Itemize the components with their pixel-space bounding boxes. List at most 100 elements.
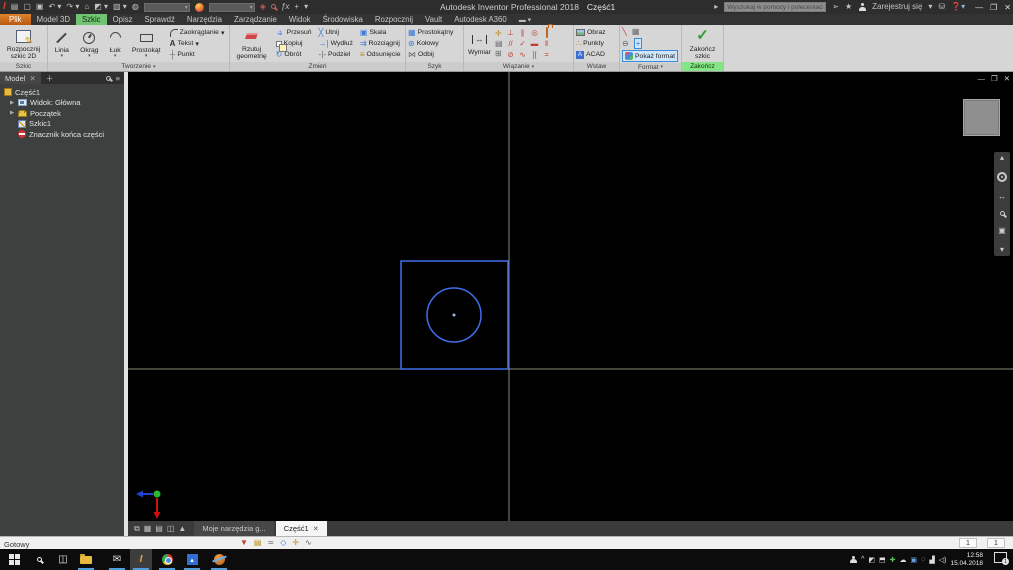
circle-center-point[interactable]	[452, 313, 456, 317]
constraint-settings-icon[interactable]: ▤	[495, 39, 503, 48]
scale-button[interactable]: ▣ Skala	[360, 27, 401, 38]
search-commands-icon[interactable]	[270, 2, 276, 12]
redo-icon[interactable]: ↷ ▾	[66, 2, 79, 12]
tab-sprawdz[interactable]: Sprawdź	[139, 14, 181, 25]
panel-label-format[interactable]: Format ▾	[620, 63, 681, 71]
extend-button[interactable]: →| Wydłuż	[319, 38, 353, 49]
doc-tab-my-tools[interactable]: Moje narzędzia g...	[194, 521, 274, 536]
split-button[interactable]: -|- Podziel	[319, 49, 353, 60]
doc-tab-part1[interactable]: Część1 ✕	[275, 521, 327, 536]
constraint-vertical-icon[interactable]: ‖	[545, 39, 548, 48]
add-qat-icon[interactable]: +	[294, 2, 299, 12]
doc-close-button[interactable]: ✕	[1004, 74, 1010, 83]
status-filter-icon[interactable]: ▼	[240, 538, 248, 547]
tile-vertical-icon[interactable]: ◫	[167, 524, 175, 533]
open-icon[interactable]: ▢	[23, 2, 31, 12]
minimize-button[interactable]: —	[975, 3, 983, 12]
help-icon[interactable]: ❓▾	[951, 2, 965, 12]
tree-item-view-main[interactable]: ▶ Widok: Główna	[0, 98, 124, 109]
sign-in-chevron-icon[interactable]: ▾	[928, 2, 932, 12]
taskbar-search-icon[interactable]	[28, 549, 50, 570]
photos-icon[interactable]: ▴	[181, 549, 203, 570]
tab-szkic[interactable]: Szkic	[75, 14, 107, 25]
status-plane-icon[interactable]: ◇	[280, 538, 286, 547]
show-constraints-icon[interactable]: ⊞	[495, 49, 503, 58]
point-button[interactable]: ┼ Punkt	[170, 49, 225, 60]
globe-icon[interactable]: ◍	[132, 2, 139, 12]
trim-button[interactable]: ╳ Utnij	[319, 27, 353, 38]
chrome-icon[interactable]	[156, 549, 178, 570]
constraint-tangent-icon[interactable]: ⊘	[507, 50, 513, 59]
project-geometry-button[interactable]: Rzutuj geometrię	[234, 28, 268, 60]
browser-tab-model[interactable]: Model ✕	[0, 72, 41, 84]
move-button[interactable]: ↔ ↕ Przesuń	[276, 27, 311, 38]
browser-menu-icon[interactable]: ≡	[116, 74, 120, 83]
tray-icon-3[interactable]: ✚	[890, 556, 896, 564]
tray-icon-1[interactable]: ◩	[868, 556, 875, 564]
auto-dimension-icon[interactable]: ✛	[495, 29, 503, 38]
sign-in-button[interactable]: Zarejestruj się	[872, 2, 922, 12]
save-icon[interactable]: ▣	[36, 2, 44, 12]
appearance-select[interactable]: ▾	[208, 2, 255, 12]
tray-chevron-up-icon[interactable]: ^	[861, 556, 864, 563]
viewcube[interactable]	[963, 99, 1000, 136]
panel-label-tworzenie[interactable]: Tworzenie ▾	[48, 62, 229, 71]
circle-button[interactable]: Okrąg ▾	[78, 29, 101, 59]
image-icon[interactable]: ▨ ▾	[113, 2, 127, 12]
tree-item-part[interactable]: Część1	[0, 87, 124, 98]
tab-vault[interactable]: Vault	[419, 14, 448, 25]
doc-minimize-button[interactable]: —	[977, 74, 985, 83]
finish-sketch-button[interactable]: ✓ Zakończ szkic	[688, 28, 718, 60]
status-measure-icon[interactable]: ≃	[267, 538, 274, 547]
dimension-button[interactable]: ↔ Wymiar	[466, 31, 493, 56]
close-button[interactable]: ✕	[1004, 3, 1011, 12]
constraint-equal-icon[interactable]: =	[544, 50, 548, 59]
home-icon[interactable]: ⌂	[84, 2, 89, 12]
collapse-tabs-icon[interactable]: ▲	[178, 524, 186, 533]
browser-tab-close-icon[interactable]: ✕	[29, 74, 35, 83]
cascade-windows-icon[interactable]: ⧉	[134, 524, 140, 534]
action-center-icon[interactable]: 1	[994, 552, 1009, 565]
doc-tab-close-icon[interactable]: ✕	[313, 525, 319, 533]
status-point-icon[interactable]: ✛	[292, 538, 299, 547]
rectangle-button[interactable]: Prostokąt ▾	[130, 29, 163, 59]
restore-button[interactable]: ❐	[990, 3, 997, 12]
image-insert-button[interactable]: Obraz	[576, 27, 606, 38]
stretch-button[interactable]: ⇉ Rozciągnij	[360, 38, 401, 49]
tab-autodesk-a360[interactable]: Autodesk A360	[448, 14, 512, 25]
ribbon-display-icon[interactable]: ▬ ▾	[519, 14, 531, 25]
browser-search-icon[interactable]	[105, 75, 111, 81]
onedrive-cloud-icon[interactable]: ☁	[900, 556, 907, 564]
taskbar-clock[interactable]: 12:58 15.04.2018	[950, 552, 983, 567]
steering-wheel-icon[interactable]	[997, 172, 1007, 183]
browser-add-tab-button[interactable]: ＋	[41, 73, 59, 84]
color-override-icon[interactable]: ◈	[260, 2, 266, 12]
text-button[interactable]: A Tekst ▾	[170, 38, 225, 49]
chevron-left-icon[interactable]: ▸	[714, 2, 718, 12]
inventor-taskbar-icon[interactable]: I	[130, 549, 152, 570]
tab-plik[interactable]: Plik	[0, 14, 31, 25]
network-icon[interactable]: ▟	[929, 556, 934, 564]
zoom-icon[interactable]	[999, 211, 1005, 217]
acad-button[interactable]: A ACAD	[576, 49, 606, 60]
driven-dimension-icon[interactable]: ▦	[632, 27, 640, 36]
constraint-lock-icon[interactable]	[545, 27, 548, 38]
tab-zarzadzanie[interactable]: Zarządzanie	[228, 14, 283, 25]
doc-restore-button[interactable]: ❐	[991, 74, 998, 83]
points-button[interactable]: ∴ Punkty	[576, 38, 606, 49]
constraint-parallel-icon[interactable]: ∥	[521, 28, 525, 37]
line-button[interactable]: Linia ▾	[53, 29, 71, 59]
star-icon[interactable]: ★	[845, 2, 852, 12]
tab-widok[interactable]: Widok	[283, 14, 317, 25]
pan-icon[interactable]: ↔	[998, 192, 1006, 202]
constraint-perpendicular-icon[interactable]: ⊥	[507, 28, 514, 37]
arc-button[interactable]: Łuk ▾	[107, 29, 123, 59]
status-spline-icon[interactable]: ∿	[305, 538, 312, 547]
offset-button[interactable]: ≡ Odsunięcie	[360, 49, 401, 60]
material-select[interactable]: ▾	[143, 2, 190, 12]
tray-icon-4[interactable]: ▣	[911, 556, 918, 564]
construction-line-icon[interactable]: ╲	[622, 27, 627, 36]
tree-item-origin[interactable]: ▶ Początek	[0, 108, 124, 119]
expander-icon[interactable]: ▶	[10, 100, 15, 106]
send-icon[interactable]: ➢	[832, 2, 839, 12]
